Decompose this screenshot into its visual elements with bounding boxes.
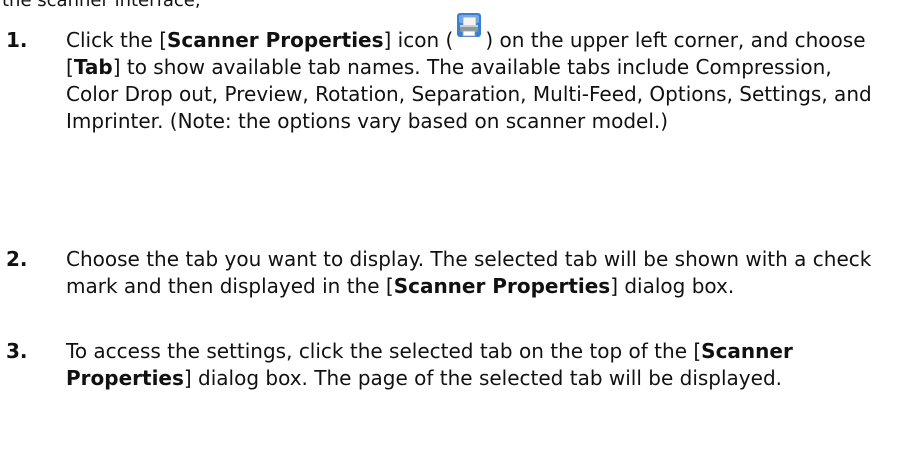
step-text: Choose the tab you want to display. The … (66, 247, 872, 298)
clipped-text: the scanner interface, (2, 0, 201, 11)
step-number: 2. (6, 247, 28, 271)
bold-term: Scanner Properties (393, 274, 611, 298)
step-number: 1. (6, 28, 28, 52)
step-text: Click the [Scanner Properties] icon ( ) … (66, 13, 886, 135)
clipped-previous-line: the scanner interface, (0, 0, 420, 12)
scanner-properties-icon (453, 13, 485, 49)
step-text: To access the settings, click the select… (66, 339, 793, 390)
bold-term: Tab (73, 55, 113, 79)
step-number: 3. (6, 339, 28, 363)
bold-term: Scanner Properties (167, 28, 384, 52)
